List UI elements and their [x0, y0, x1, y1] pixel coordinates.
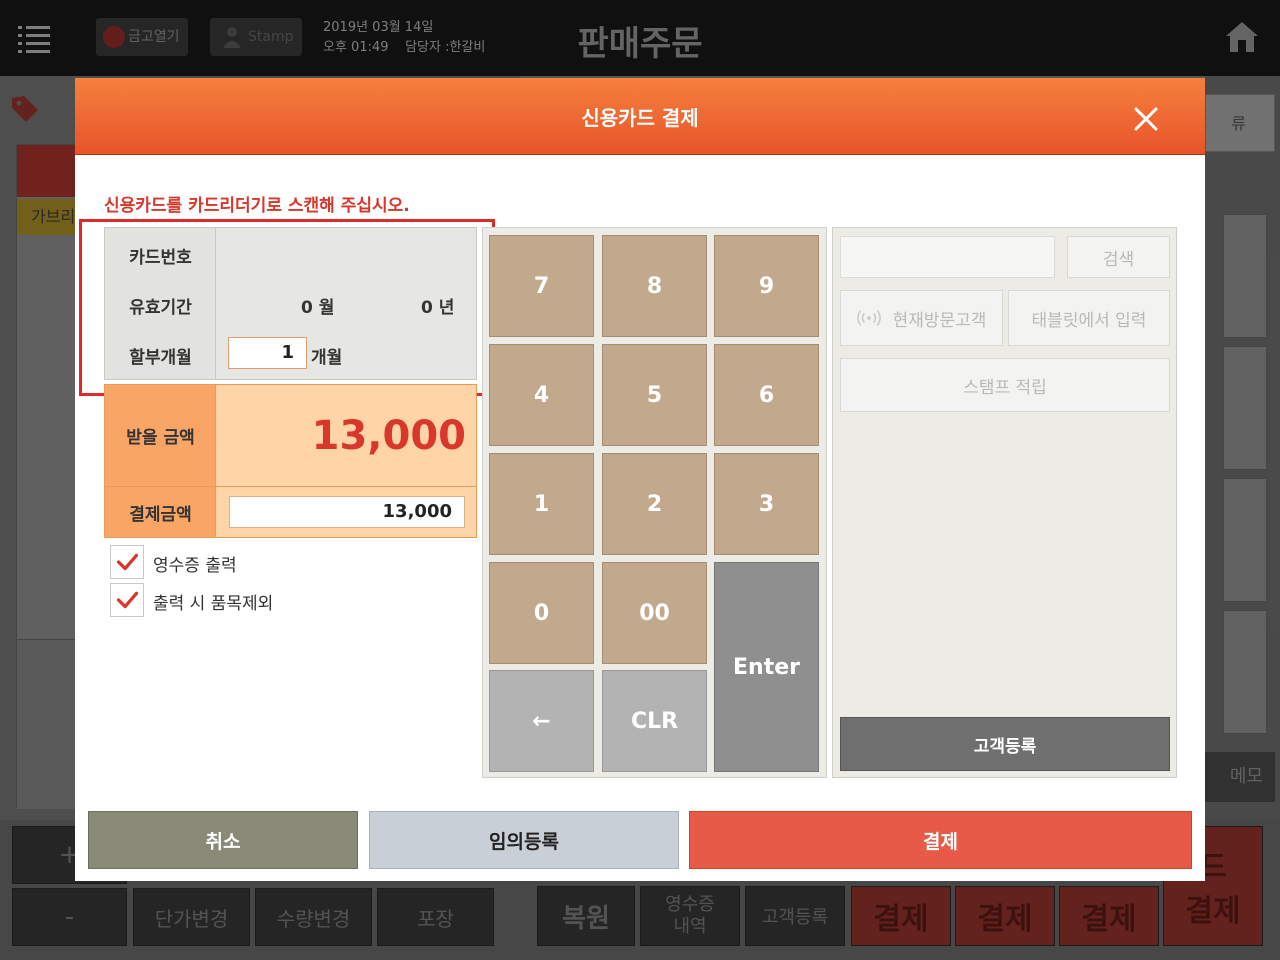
installment-label: 할부개월 [129, 348, 192, 368]
key-1[interactable]: 1 [489, 453, 594, 555]
pay-button[interactable]: 결제 [689, 811, 1192, 869]
numeric-keypad: 7 8 9 4 5 6 1 2 3 0 00 Enter ← CLR [482, 227, 827, 778]
checkmark-icon [116, 591, 139, 609]
print-receipt-checkbox[interactable] [110, 545, 144, 579]
card-number-label: 카드번호 [129, 248, 192, 268]
key-7[interactable]: 7 [489, 235, 594, 337]
clear-key[interactable]: CLR [602, 670, 707, 772]
installment-unit: 개월 [311, 348, 343, 368]
key-4[interactable]: 4 [489, 344, 594, 446]
credit-card-payment-dialog: 신용카드 결제 신용카드를 카드리더기로 스캔해 주십시오. 카드번호 유효기간… [75, 78, 1205, 881]
customer-register-button[interactable]: 고객등록 [840, 717, 1170, 771]
payment-amount-label: 결제금액 [129, 505, 192, 525]
customer-search-input[interactable] [840, 236, 1055, 278]
expiry-label: 유효기간 [129, 298, 192, 318]
expiry-month-value: 0 월 [301, 298, 335, 318]
backspace-key[interactable]: ← [489, 670, 594, 772]
close-icon[interactable] [1131, 104, 1161, 134]
key-00[interactable]: 00 [602, 562, 707, 664]
key-3[interactable]: 3 [714, 453, 819, 555]
current-visitor-button[interactable]: 현재방문고객 [840, 290, 1003, 346]
key-5[interactable]: 5 [602, 344, 707, 446]
dialog-title: 신용카드 결제 [581, 106, 699, 130]
payment-amount-input[interactable]: 13,000 [229, 496, 465, 528]
customer-panel: 검색 현재방문고객 태블릿에서 입력 스탬프 적립 고객등록 [832, 227, 1177, 778]
temp-register-button[interactable]: 임의등록 [369, 811, 679, 869]
print-receipt-label: 영수증 출력 [153, 556, 237, 576]
installment-input[interactable]: 1 [228, 337, 307, 369]
customer-search-button[interactable]: 검색 [1067, 236, 1170, 278]
key-6[interactable]: 6 [714, 344, 819, 446]
exclude-items-checkbox[interactable] [110, 583, 144, 617]
tablet-input-button[interactable]: 태블릿에서 입력 [1008, 290, 1170, 346]
signal-icon [856, 310, 881, 326]
amount-panel: 받을 금액 13,000 결제금액 13,000 [104, 384, 477, 538]
receive-amount-label: 받을 금액 [126, 428, 195, 448]
key-9[interactable]: 9 [714, 235, 819, 337]
key-8[interactable]: 8 [602, 235, 707, 337]
checkmark-icon [116, 553, 139, 571]
enter-key[interactable]: Enter [714, 562, 819, 772]
exclude-items-label: 출력 시 품목제외 [153, 594, 274, 614]
receive-amount-value: 13,000 [311, 413, 466, 459]
key-0[interactable]: 0 [489, 562, 594, 664]
stamp-accumulate-button[interactable]: 스탬프 적립 [840, 358, 1170, 412]
scan-instruction: 신용카드를 카드리더기로 스캔해 주십시오. [104, 196, 410, 216]
key-2[interactable]: 2 [602, 453, 707, 555]
cancel-button[interactable]: 취소 [88, 811, 358, 869]
expiry-year-value: 0 년 [421, 298, 455, 318]
